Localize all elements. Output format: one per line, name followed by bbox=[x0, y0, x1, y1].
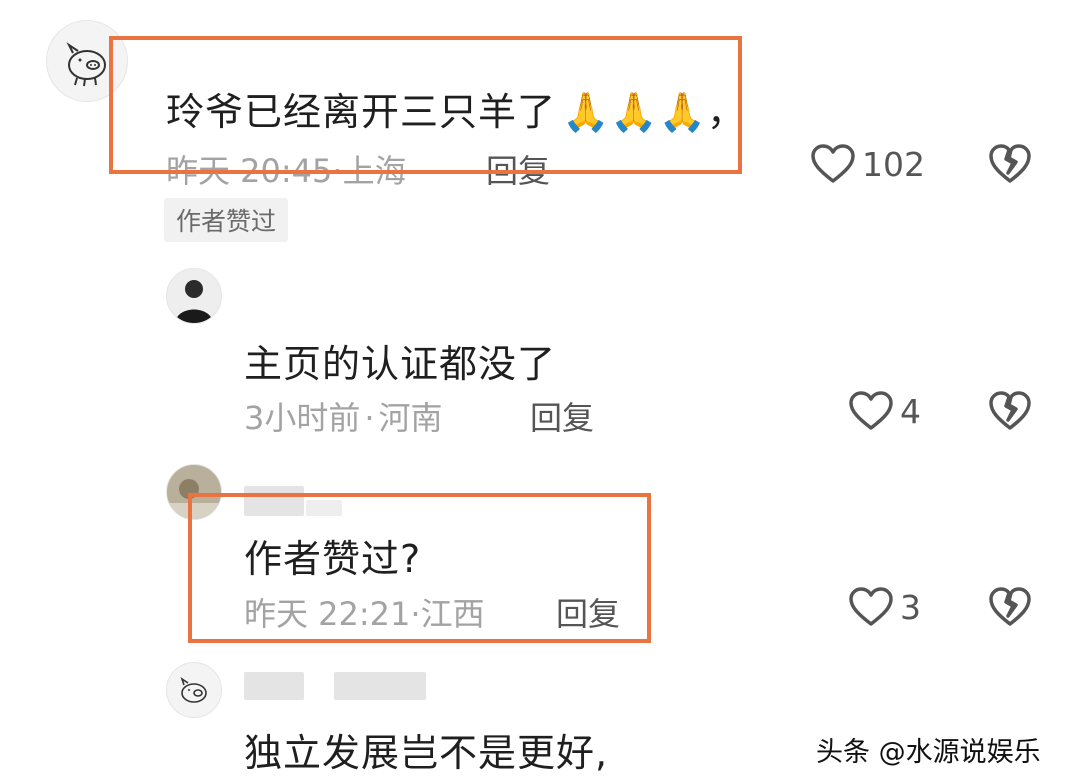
heart-icon bbox=[849, 587, 893, 626]
like-button[interactable]: 102 bbox=[810, 143, 925, 185]
dislike-button[interactable] bbox=[988, 586, 1032, 632]
highlight-box bbox=[188, 493, 651, 643]
comment-meta: 3小时前 · 河南 bbox=[244, 393, 443, 439]
dislike-button[interactable] bbox=[988, 143, 1032, 189]
pig-avatar-icon bbox=[180, 677, 207, 703]
like-count: 4 bbox=[900, 391, 921, 431]
reply-button[interactable]: 回复 bbox=[530, 393, 594, 439]
comment-location: 河南 bbox=[378, 399, 443, 437]
heart-icon bbox=[811, 144, 855, 183]
heart-icon bbox=[849, 391, 893, 430]
comment-text: 主页的认证都没了 bbox=[244, 342, 557, 386]
author-liked-badge: 作者赞过 bbox=[164, 198, 289, 242]
like-count: 102 bbox=[862, 144, 925, 184]
username-blur bbox=[244, 672, 304, 700]
comment-text: 独立发展岂不是更好, bbox=[244, 731, 609, 775]
meta-separator: · bbox=[364, 399, 375, 437]
avatar[interactable] bbox=[166, 662, 222, 718]
broken-heart-icon bbox=[989, 144, 1031, 183]
like-button[interactable]: 4 bbox=[848, 390, 921, 432]
broken-heart-icon bbox=[989, 391, 1031, 430]
dislike-button[interactable] bbox=[988, 390, 1032, 436]
comment-time: 3小时前 bbox=[244, 399, 361, 437]
username-blur bbox=[334, 672, 426, 700]
avatar[interactable] bbox=[166, 268, 222, 324]
watermark: 头条 @水源说娱乐 bbox=[816, 737, 1041, 768]
like-count: 3 bbox=[900, 587, 921, 627]
broken-heart-icon bbox=[989, 587, 1031, 626]
highlight-box bbox=[109, 36, 742, 174]
like-button[interactable]: 3 bbox=[848, 586, 921, 628]
person-avatar-icon bbox=[175, 280, 213, 323]
